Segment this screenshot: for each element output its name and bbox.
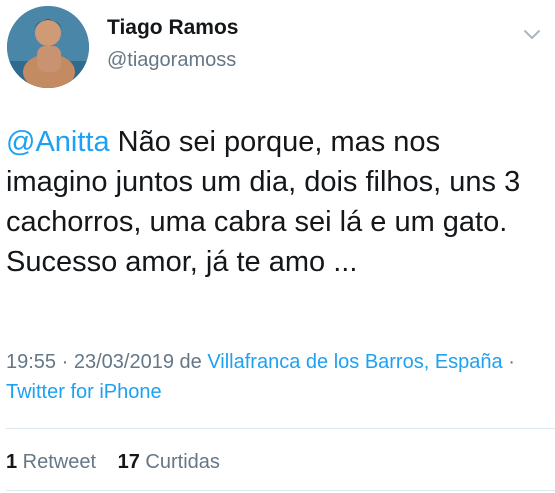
source-link[interactable]: Twitter for iPhone: [6, 381, 162, 403]
chevron-down-icon[interactable]: [523, 26, 541, 44]
from-label: de: [173, 351, 208, 373]
likes-count: 17: [117, 451, 140, 473]
avatar[interactable]: [7, 6, 89, 88]
divider: [6, 428, 555, 429]
tweet-metadata: 19:55 · 23/03/2019 de Villafranca de los…: [6, 347, 546, 407]
avatar-image: [7, 6, 89, 88]
tweet-date[interactable]: 23/03/2019: [74, 351, 174, 373]
retweets-count: 1: [6, 451, 18, 473]
likes-label: Curtidas: [139, 451, 220, 473]
tweet-text: @Anitta Não sei porque, mas nos imagino …: [6, 122, 546, 282]
likes-stat[interactable]: 17 Curtidas: [118, 451, 220, 473]
tweet-time[interactable]: 19:55: [6, 351, 56, 373]
mention-link[interactable]: @Anitta: [6, 126, 110, 158]
location-link[interactable]: Villafranca de los Barros, España: [207, 351, 502, 373]
meta-separator: ·: [56, 351, 74, 373]
divider: [6, 490, 555, 491]
author-display-name[interactable]: Tiago Ramos: [107, 16, 238, 40]
retweets-stat[interactable]: 1 Retweet: [6, 451, 96, 473]
meta-separator: ·: [502, 351, 515, 373]
retweets-label: Retweet: [17, 451, 97, 473]
tweet-stats: 1 Retweet 17 Curtidas: [6, 451, 236, 474]
author-handle[interactable]: @tiagoramoss: [107, 49, 236, 72]
